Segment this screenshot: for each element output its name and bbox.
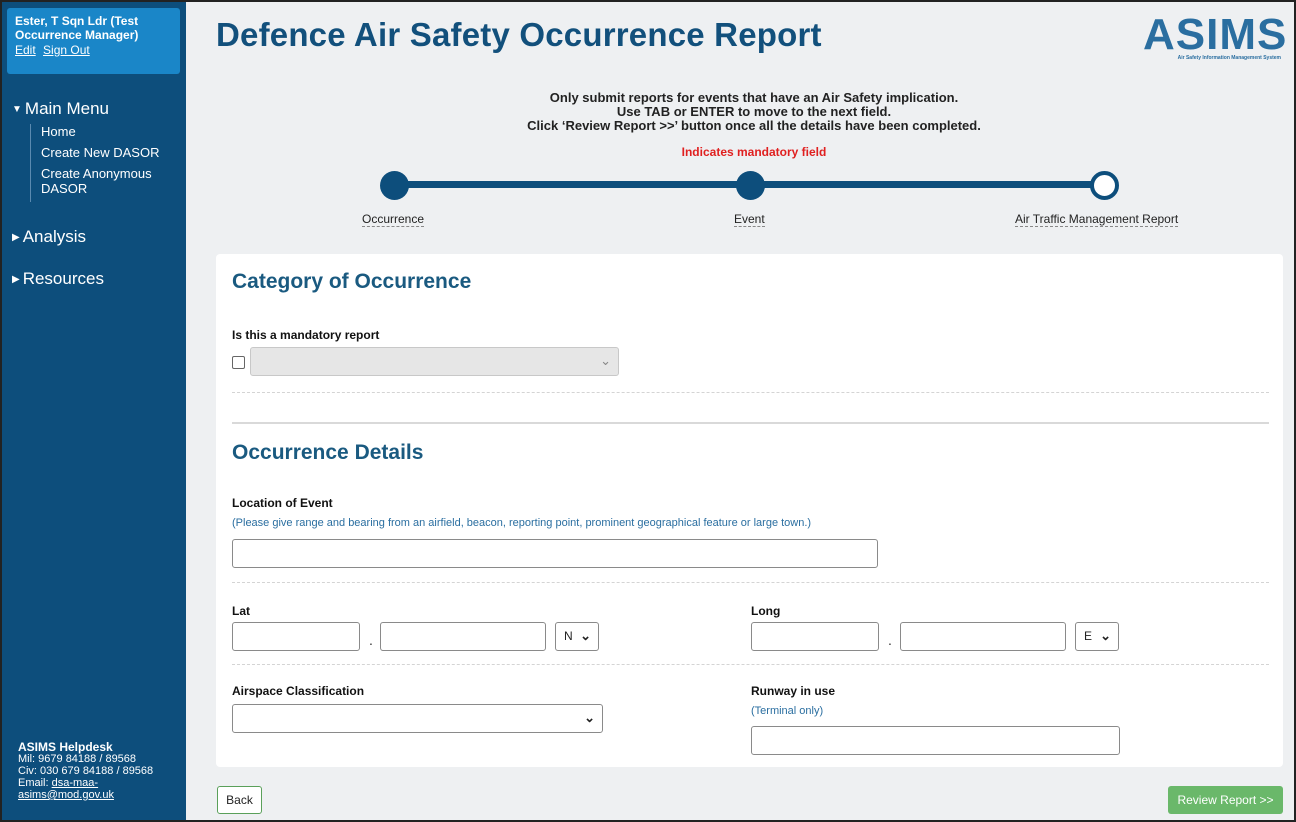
user-name: Ester, T Sqn Ldr (Test Occurrence Manage…: [15, 14, 139, 42]
divider: [232, 392, 1269, 393]
instructions: Only submit reports for events that have…: [388, 91, 1120, 133]
divider: [232, 664, 1269, 665]
analysis-label: Analysis: [22, 227, 87, 246]
logo-wordmark: ASIMS: [1143, 10, 1288, 59]
location-hint: (Please give range and bearing from an a…: [232, 517, 812, 529]
location-label: Location of Event: [232, 496, 333, 510]
helpdesk-email-label: Email:: [18, 777, 49, 789]
sign-out-link[interactable]: Sign Out: [43, 43, 90, 57]
user-box: Ester, T Sqn Ldr (Test Occurrence Manage…: [7, 8, 180, 74]
nav-item-home[interactable]: Home: [41, 124, 171, 139]
step-dot-event[interactable]: [736, 171, 765, 200]
runway-input[interactable]: [751, 726, 1120, 755]
analysis-menu-toggle[interactable]: ▶ Analysis: [12, 227, 86, 247]
lat-label: Lat: [232, 604, 250, 618]
long-label: Long: [751, 604, 781, 618]
mandatory-report-checkbox[interactable]: [232, 356, 245, 369]
step-label-air-traffic-management[interactable]: Air Traffic Management Report: [1015, 212, 1179, 227]
asims-logo: ASIMS Air Safety Information Management …: [1143, 10, 1288, 64]
lat-separator: .: [369, 632, 373, 648]
long-minutes-input[interactable]: [900, 622, 1066, 651]
helpdesk-info: ASIMS Helpdesk Mil: 9679 84188 / 89568 C…: [18, 741, 153, 801]
resources-menu-toggle[interactable]: ▶ Resources: [12, 269, 104, 289]
airspace-classification-select[interactable]: ⌄: [232, 704, 603, 733]
main-menu-label: Main Menu: [24, 99, 110, 118]
chevron-down-icon: ⌄: [600, 353, 611, 368]
nav-item-create-new-dasor[interactable]: Create New DASOR: [41, 145, 171, 160]
lat-hemisphere-select[interactable]: N ⌄: [555, 622, 599, 651]
page-title: Defence Air Safety Occurrence Report: [216, 16, 822, 53]
chevron-down-icon: ⌄: [580, 628, 591, 643]
runway-hint: (Terminal only): [751, 705, 824, 717]
step-dot-occurrence[interactable]: [380, 171, 409, 200]
long-separator: .: [888, 632, 892, 648]
airspace-classification-label: Airspace Classification: [232, 684, 365, 698]
triangle-right-icon: ▶: [12, 232, 20, 243]
resources-label: Resources: [22, 269, 104, 288]
chevron-down-icon: ⌄: [584, 710, 595, 725]
form-panel: Category of Occurrence Is this a mandato…: [216, 254, 1283, 767]
main-menu-toggle[interactable]: ▼ Main Menu: [12, 99, 109, 119]
back-button[interactable]: Back: [217, 786, 262, 814]
category-section-title: Category of Occurrence: [232, 270, 472, 293]
mandatory-report-label: Is this a mandatory report: [232, 328, 380, 342]
instruction-line-3: Click ‘Review Report >>’ button once all…: [527, 118, 981, 133]
step-label-occurrence[interactable]: Occurrence: [362, 212, 425, 227]
helpdesk-email-link-part2[interactable]: asims@mod.gov.uk: [18, 789, 114, 801]
helpdesk-title: ASIMS Helpdesk: [18, 740, 113, 754]
lat-minutes-input[interactable]: [380, 622, 546, 651]
triangle-down-icon: ▼: [12, 104, 22, 115]
helpdesk-mil: Mil: 9679 84188 / 89568: [18, 753, 137, 765]
details-section-title: Occurrence Details: [232, 441, 424, 464]
main-menu-list: Home Create New DASOR Create Anonymous D…: [30, 124, 171, 202]
step-dot-air-traffic-management[interactable]: [1090, 171, 1119, 200]
lat-hemisphere-value: N: [564, 629, 573, 643]
review-report-button[interactable]: Review Report >>: [1168, 786, 1283, 814]
edit-link[interactable]: Edit: [15, 43, 36, 57]
triangle-right-icon: ▶: [12, 274, 20, 285]
mandatory-field-note: Indicates mandatory field: [681, 145, 827, 159]
lat-degrees-input[interactable]: [232, 622, 360, 651]
chevron-down-icon: ⌄: [1100, 628, 1111, 643]
divider: [232, 582, 1269, 583]
sidebar: Ester, T Sqn Ldr (Test Occurrence Manage…: [2, 2, 186, 820]
step-label-event[interactable]: Event: [734, 212, 765, 227]
section-divider: [232, 422, 1269, 424]
helpdesk-email-link-part1[interactable]: dsa-maa-: [52, 777, 98, 789]
runway-label: Runway in use: [751, 684, 836, 698]
instruction-line-1: Only submit reports for events that have…: [549, 90, 959, 105]
logo-subtitle: Air Safety Information Management System: [1177, 55, 1281, 61]
long-hemisphere-select[interactable]: E ⌄: [1075, 622, 1119, 651]
instruction-line-2: Use TAB or ENTER to move to the next fie…: [616, 104, 892, 119]
long-hemisphere-value: E: [1084, 629, 1093, 643]
helpdesk-civ: Civ: 030 679 84188 / 89568: [18, 765, 154, 777]
mandatory-report-select[interactable]: ⌄: [250, 347, 619, 376]
nav-item-create-anonymous-dasor[interactable]: Create Anonymous DASOR: [41, 166, 171, 196]
long-degrees-input[interactable]: [751, 622, 879, 651]
location-input[interactable]: [232, 539, 878, 568]
